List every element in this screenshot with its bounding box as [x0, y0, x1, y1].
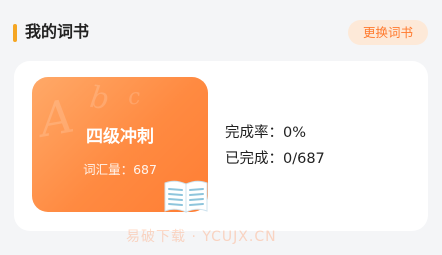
page-title: 我的词书 [25, 22, 90, 41]
open-book-icon [164, 180, 208, 213]
watermark: 易破下载 · YCUJX.CN [126, 229, 277, 245]
cover-letter-b: b [87, 79, 112, 118]
completion-rate: 完成率：0% [225, 125, 307, 141]
title-accent-bar [13, 24, 17, 42]
wordbook-card: A b c 四级冲刺 词汇量：687 完成率：0% 已完成：0/687 [14, 61, 428, 231]
vocab-count: 词汇量：687 [83, 162, 157, 177]
header: 我的词书 更换词书 [0, 0, 442, 64]
book-name: 四级冲刺 [86, 127, 154, 147]
progress-stats: 完成率：0% 已完成：0/687 [225, 120, 325, 172]
completed-count: 已完成：0/687 [225, 151, 325, 167]
cover-letter-c: c [126, 84, 142, 111]
change-book-button[interactable]: 更换词书 [348, 20, 428, 45]
